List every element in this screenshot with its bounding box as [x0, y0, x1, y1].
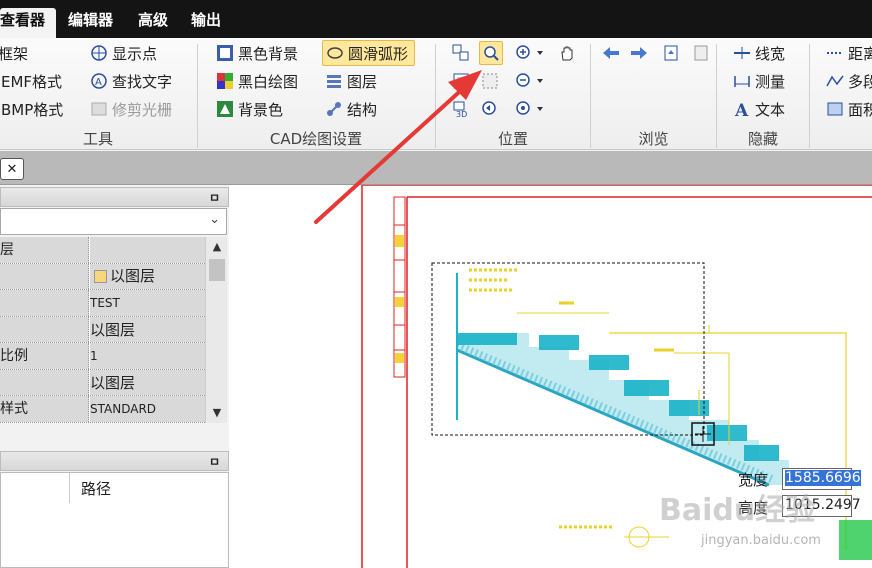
page-icon[interactable]	[660, 42, 682, 64]
area-button[interactable]: 面积	[826, 98, 872, 120]
close-icon[interactable]: ✕	[0, 158, 24, 180]
property-row[interactable]: 样式 STANDARD	[0, 396, 205, 423]
zoom-previous-icon[interactable]	[479, 98, 501, 120]
polyline-icon	[826, 72, 844, 90]
group-label-hidden: 隐藏	[747, 130, 778, 148]
property-row[interactable]: 比例 1	[0, 343, 205, 370]
tab-output[interactable]: 输出	[191, 8, 221, 38]
column-divider	[69, 473, 70, 503]
text-a-icon: A	[733, 100, 751, 121]
tab-viewer[interactable]: 查看器	[0, 8, 56, 38]
tab-advanced[interactable]: 高级	[138, 8, 168, 38]
arrow-right-icon[interactable]	[628, 42, 650, 64]
pin-icon[interactable]: ㅁ	[209, 189, 220, 206]
watermark-logo: Baidu经验	[659, 493, 816, 528]
lineweight-icon	[733, 44, 751, 62]
column-header-path[interactable]: 路径	[81, 478, 111, 499]
measure-icon	[733, 72, 751, 90]
property-row[interactable]: TEST	[0, 290, 205, 317]
measure-button[interactable]: 测量	[733, 70, 785, 92]
group-label-cad-settings: CAD绘图设置	[269, 130, 363, 148]
property-row[interactable]: 以图层	[0, 316, 205, 343]
smooth-arc-button[interactable]: 圆滑弧形	[322, 40, 416, 66]
left-panel: ㅁ ⌄ 层 以图层 TEST 以图层 比例 1 以图层 样式 STANDARD ▲ …	[0, 185, 229, 568]
scroll-up-icon[interactable]: ▲	[206, 237, 228, 257]
properties-panel-header: ㅁ	[0, 187, 229, 207]
scroll-thumb[interactable]	[209, 259, 225, 281]
svg-text:A: A	[734, 101, 749, 118]
svg-text:A: A	[95, 77, 102, 88]
arrow-left-icon[interactable]	[600, 42, 622, 64]
find-text-icon: A	[90, 72, 108, 90]
black-background-button[interactable]: 黑色背景	[216, 42, 298, 64]
properties-scrollbar[interactable]: ▲ ▼	[205, 237, 227, 423]
bw-drawing-icon	[216, 72, 234, 90]
property-row[interactable]: 以图层	[0, 263, 205, 290]
tab-editor[interactable]: 编辑器	[68, 8, 113, 38]
layers-icon	[325, 72, 343, 90]
structure-icon	[325, 100, 343, 118]
svg-text:3D: 3D	[456, 110, 467, 118]
hand-pan-icon[interactable]	[556, 42, 578, 64]
trim-raster-icon	[90, 100, 108, 118]
group-separator	[809, 44, 810, 148]
to-emf-button[interactable]: 到EMF格式	[0, 70, 62, 92]
pin-icon[interactable]: ㅁ	[209, 453, 220, 470]
distance-button[interactable]: 距离	[826, 42, 872, 64]
chevron-down-icon: ⌄	[209, 212, 220, 227]
area-icon	[826, 100, 844, 118]
crosshair-icon	[90, 44, 108, 62]
files-panel-header: ㅁ	[0, 451, 229, 471]
background-color-icon	[216, 100, 234, 118]
bw-drawing-button[interactable]: 黑白绘图	[216, 70, 298, 92]
layers-button[interactable]: 图层	[325, 70, 377, 92]
pan-window-icon[interactable]	[450, 42, 472, 64]
show-points-button[interactable]: 显示点	[90, 42, 157, 64]
property-row[interactable]: 以图层	[0, 369, 205, 396]
drawing-canvas[interactable]: 宽度 1585.6696 高度 1015.2497 Baidu经验 jingya…	[229, 185, 872, 568]
background-color-button[interactable]: 背景色	[216, 98, 283, 120]
zoom-window-icon[interactable]	[479, 41, 503, 65]
lineweight-button[interactable]: 线宽	[733, 42, 785, 64]
smooth-arc-icon	[326, 44, 344, 62]
group-label-browse: 浏览	[638, 130, 669, 148]
fit-page-icon[interactable]	[450, 70, 472, 92]
zoom-extents-icon[interactable]	[479, 70, 501, 92]
distance-icon	[826, 44, 844, 62]
zoom-in-dropdown-icon[interactable]	[514, 42, 546, 64]
structure-button[interactable]: 结构	[325, 98, 377, 120]
to-bmp-button[interactable]: 到BMP格式	[0, 98, 63, 120]
zoom-rotate-dropdown-icon[interactable]	[514, 98, 546, 120]
color-swatch	[94, 269, 107, 283]
black-background-icon	[216, 44, 234, 62]
document-tab-strip: ✕	[0, 151, 872, 185]
page-next-icon[interactable]	[690, 42, 712, 64]
polyline-button[interactable]: 多段	[826, 70, 872, 92]
ribbon: 框架 到EMF格式 到BMP格式 显示点 A 查找文字 修剪光栅 工具 黑色背景…	[0, 38, 872, 150]
menu-bar: 查看器 编辑器 高级 输出	[0, 0, 872, 38]
group-label-tools: 工具	[82, 130, 113, 148]
watermark-url: jingyan.baidu.com	[701, 533, 821, 548]
files-list: 路径	[0, 472, 229, 568]
frame-button[interactable]: 框架	[0, 42, 28, 64]
properties-grid: 层 以图层 TEST 以图层 比例 1 以图层 样式 STANDARD	[0, 237, 205, 423]
text-button[interactable]: A 文本	[733, 98, 785, 122]
zoom-out-dropdown-icon[interactable]	[514, 70, 546, 92]
rotate-3d-icon[interactable]: 3D	[450, 98, 472, 120]
trim-raster-button[interactable]: 修剪光栅	[90, 98, 172, 120]
group-label-position: 位置	[497, 130, 528, 148]
property-row[interactable]: 层	[0, 237, 205, 264]
object-select-dropdown[interactable]: ⌄	[0, 208, 227, 235]
scroll-down-icon[interactable]: ▼	[206, 403, 228, 423]
find-text-button[interactable]: A 查找文字	[90, 70, 172, 92]
